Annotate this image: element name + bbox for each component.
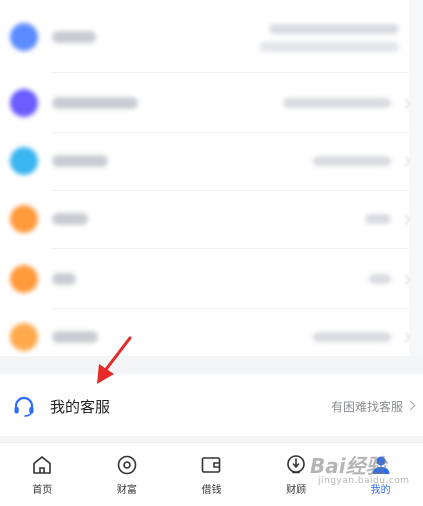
tab-home[interactable]: 首页	[0, 443, 85, 506]
blurred-subvalue	[259, 42, 399, 52]
menu-row-1[interactable]	[0, 8, 409, 66]
tab-label: 借钱	[201, 485, 222, 496]
blurred-value	[283, 98, 391, 108]
wallet-icon	[202, 457, 221, 473]
tab-mine[interactable]: 我的	[338, 443, 423, 506]
bottom-tab-bar: 首页 财富 借钱 财顾 我的	[0, 442, 423, 506]
row-divider	[52, 248, 409, 249]
blurred-label	[52, 31, 96, 43]
blurred-value	[313, 156, 391, 166]
blurred-cyan-icon	[10, 147, 38, 175]
home-icon	[33, 456, 52, 474]
menu-row-3[interactable]	[0, 132, 411, 190]
tab-borrow[interactable]: 借钱	[169, 443, 254, 506]
blurred-label	[52, 213, 88, 225]
annotation-arrow-icon	[97, 336, 132, 384]
blurred-value	[365, 214, 391, 224]
scrollbar-track	[409, 0, 423, 356]
row-divider	[52, 72, 409, 73]
tab-label: 首页	[32, 485, 53, 496]
tab-label: 财顾	[286, 485, 307, 496]
chevron-right-icon	[400, 98, 411, 108]
menu-row-4[interactable]	[0, 190, 411, 248]
tab-wealth[interactable]: 财富	[85, 443, 170, 506]
menu-row-6[interactable]	[0, 308, 411, 366]
blurred-value	[313, 332, 391, 342]
chevron-right-icon	[405, 400, 416, 411]
blurred-blue-icon	[10, 23, 38, 51]
tab-advisor[interactable]: 财顾	[254, 443, 339, 506]
tab-label: 财富	[116, 485, 137, 496]
blurred-label	[52, 97, 138, 109]
chevron-right-icon	[400, 214, 411, 224]
blurred-value	[269, 24, 399, 34]
blurred-value	[369, 274, 391, 284]
chevron-right-icon	[400, 332, 411, 342]
blurred-purple-icon	[10, 89, 38, 117]
customer-service-row[interactable]: 我的客服 有困难找客服	[0, 374, 423, 436]
headset-icon	[14, 396, 34, 417]
profile-icon	[372, 456, 390, 474]
customer-service-hint: 有困难找客服	[330, 400, 403, 414]
blurred-orange-icon	[10, 323, 38, 351]
blurred-label	[52, 273, 76, 285]
blurred-orange-icon	[10, 265, 38, 293]
chevron-right-icon	[400, 274, 411, 284]
blurred-label	[52, 155, 108, 167]
blurred-orange-icon	[10, 205, 38, 233]
menu-row-5[interactable]	[0, 250, 411, 308]
wealth-icon	[117, 455, 137, 475]
chevron-right-icon	[400, 156, 411, 166]
advisor-icon	[287, 455, 305, 474]
menu-row-2[interactable]	[0, 74, 411, 132]
tab-label: 我的	[370, 485, 391, 496]
customer-service-title: 我的客服	[50, 398, 111, 416]
